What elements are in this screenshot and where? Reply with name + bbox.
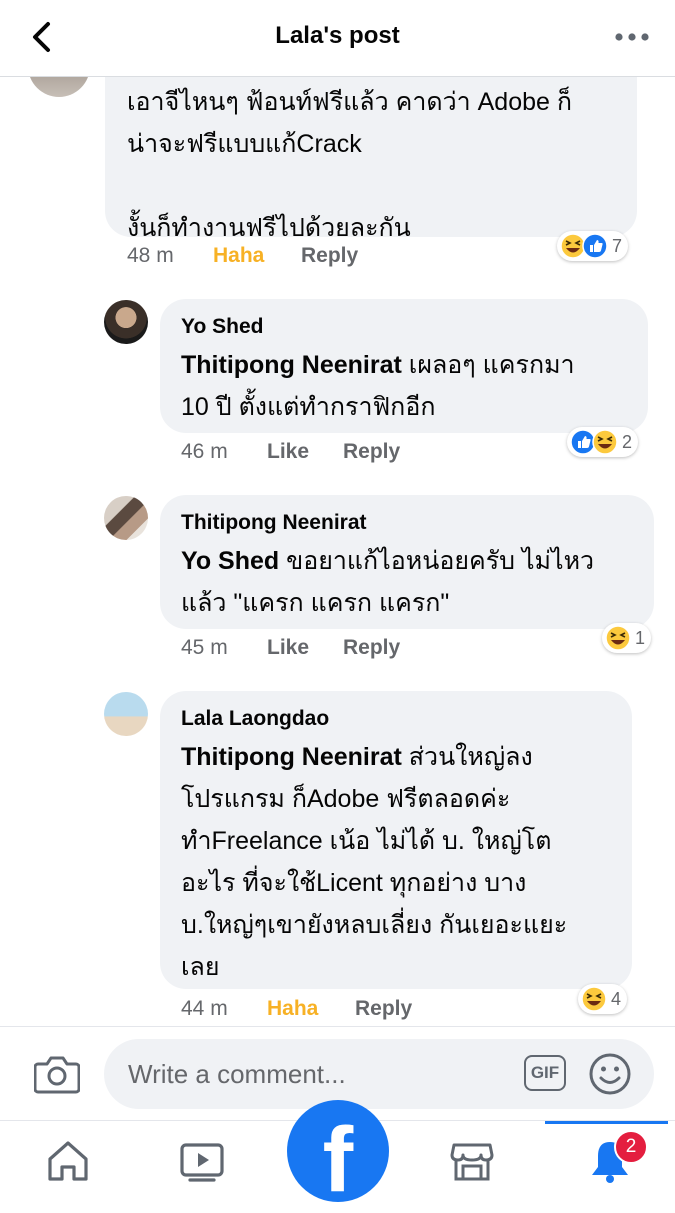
haha-reaction-icon (605, 625, 631, 651)
comment-author[interactable]: Yo Shed (181, 315, 263, 339)
comment-bubble[interactable]: Yo Shed Thitipong Neenirat เผลอๆ แครกมา … (160, 299, 648, 433)
comment-time: 48 m (127, 244, 174, 267)
comment-meta: 45 m Like Reply (181, 636, 481, 662)
comment-time: 44 m (181, 997, 228, 1020)
header: Lala's post (0, 0, 675, 77)
reaction-summary[interactable]: 7 (557, 231, 629, 261)
reaction-count: 2 (622, 431, 633, 452)
comment-author[interactable]: Thitipong Neenirat (181, 511, 367, 535)
comment-text: ทำFreelance เน้อ ไม่ได้ บ. ใหญ่โต (181, 827, 552, 855)
reaction-summary[interactable]: 4 (578, 984, 628, 1014)
reaction-count: 4 (611, 988, 622, 1009)
comment-bubble[interactable]: Lala Laongdao Thitipong Neenirat ส่วนใหญ… (160, 691, 632, 989)
reply-button[interactable]: Reply (343, 636, 400, 660)
comment-meta: 46 m Like Reply (181, 440, 481, 466)
comment-text: ส่วนใหญ่ลง (401, 743, 533, 771)
comment-text: บ.ใหญ่ๆเขายังหลบเลี่ยง กันเยอะแยะ (181, 911, 568, 939)
haha-reaction-icon (592, 429, 618, 455)
active-tab-indicator (545, 1121, 668, 1124)
reaction-summary[interactable]: 1 (602, 623, 652, 653)
mention-link[interactable]: Thitipong Neenirat (181, 743, 402, 771)
comment-text: น่าจะฟรีแบบแก้Crack (127, 130, 362, 158)
comments-feed[interactable]: เอาจีไหนๆ ฟ้อนท์ฟรีแล้ว คาดว่า Adobe ก็ … (0, 77, 675, 1025)
comment-text: โปรแกรม ก็Adobe ฟรีตลอดค่ะ (181, 785, 511, 813)
comment-time: 46 m (181, 440, 228, 463)
like-button[interactable]: Like (267, 636, 309, 660)
reaction-summary[interactable]: 2 (567, 427, 639, 457)
mention-link[interactable]: Thitipong Neenirat (181, 351, 402, 379)
comment-text: งั้นก็ทำงานฟรีไปด้วยละกัน (127, 214, 411, 242)
comment-time: 45 m (181, 636, 228, 659)
haha-reaction-icon (581, 986, 607, 1012)
avatar[interactable] (104, 300, 148, 344)
like-reaction-icon (582, 233, 608, 259)
comment-text: แล้ว "แครก แครก แครก" (181, 589, 450, 617)
comment-text: 10 ปี ตั้งแต่ทำกราฟิกอีก (181, 393, 436, 421)
comment-bubble[interactable]: Thitipong Neenirat Yo Shed ขอยาแก้ไอหน่อ… (160, 495, 654, 629)
haha-button[interactable]: Haha (267, 997, 318, 1021)
emoji-icon[interactable] (588, 1052, 632, 1096)
mention-link[interactable]: Yo Shed (181, 547, 279, 575)
camera-icon[interactable] (34, 1054, 80, 1094)
more-icon[interactable] (613, 24, 651, 50)
avatar[interactable] (104, 496, 148, 540)
reaction-count: 1 (635, 627, 646, 648)
comment-text: เผลอๆ แครกมา (401, 351, 575, 379)
comment-author[interactable]: Lala Laongdao (181, 707, 329, 731)
reply-button[interactable]: Reply (355, 997, 412, 1021)
avatar[interactable] (104, 692, 148, 736)
facebook-icon[interactable]: f (287, 1100, 389, 1211)
comment-meta: 48 m Haha Reply (127, 244, 427, 270)
comment-text: เลย (181, 953, 220, 981)
comment-text: อะไร ที่จะใช้Licent ทุกอย่าง บาง (181, 869, 527, 897)
comment-text: เอาจีไหนๆ ฟ้อนท์ฟรีแล้ว คาดว่า Adobe ก็ (127, 88, 572, 116)
facebook-logo-letter: f (322, 1109, 354, 1211)
comment-text: ขอยาแก้ไอหน่อยครับ ไม่ไหว (279, 547, 595, 575)
page-title: Lala's post (275, 22, 400, 49)
reply-button[interactable]: Reply (343, 440, 400, 464)
video-icon[interactable] (178, 1137, 226, 1185)
comment-input[interactable] (104, 1039, 654, 1109)
reaction-count: 7 (612, 235, 623, 256)
like-button[interactable]: Like (267, 440, 309, 464)
home-icon[interactable] (44, 1137, 92, 1185)
gif-button[interactable]: GIF (524, 1055, 566, 1091)
marketplace-icon[interactable] (448, 1137, 496, 1185)
haha-button[interactable]: Haha (213, 244, 264, 268)
comment-meta: 44 m Haha Reply (181, 997, 481, 1023)
avatar[interactable] (28, 77, 90, 97)
notification-badge: 2 (614, 1130, 648, 1164)
reply-button[interactable]: Reply (301, 244, 358, 268)
comment-bubble[interactable]: เอาจีไหนๆ ฟ้อนท์ฟรีแล้ว คาดว่า Adobe ก็ … (105, 77, 637, 242)
